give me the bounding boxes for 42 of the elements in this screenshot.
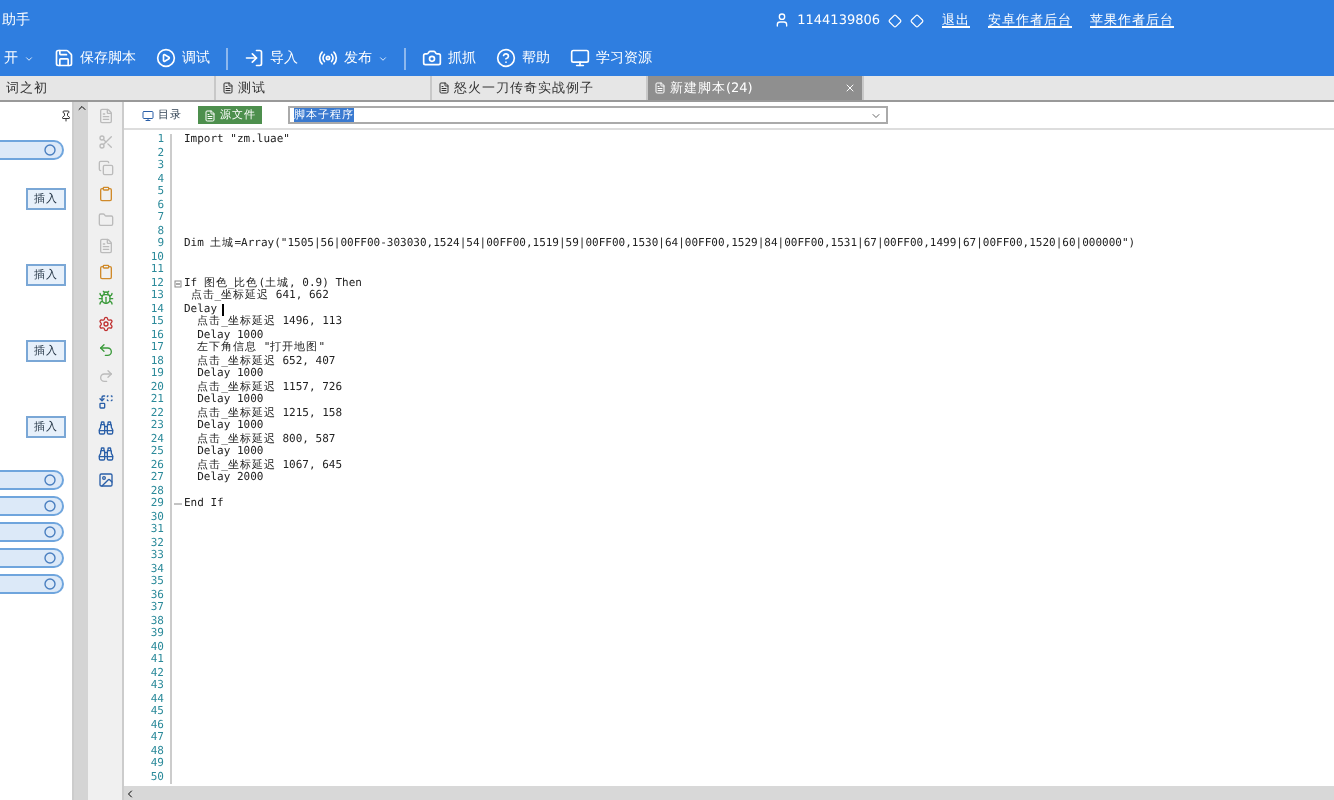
monitor-icon [142, 109, 154, 121]
tool-icon[interactable] [97, 290, 113, 306]
fold-icon[interactable] [174, 279, 182, 288]
tool-icon[interactable] [97, 316, 113, 332]
scroll-up-icon[interactable] [75, 102, 87, 114]
collapse-bar[interactable] [0, 548, 64, 568]
collapse-bar[interactable] [0, 496, 64, 516]
caret-icon [870, 109, 882, 121]
tool-icon[interactable] [97, 264, 113, 280]
circle-icon [44, 474, 56, 486]
import-icon [244, 48, 264, 68]
collapse-bar[interactable] [0, 522, 64, 542]
circle-icon [44, 500, 56, 512]
tool-icon[interactable] [97, 446, 113, 462]
caret-icon [24, 53, 34, 63]
collapse-bar[interactable] [0, 470, 64, 490]
caret-icon [378, 53, 388, 63]
circle-icon [44, 552, 56, 564]
collapse-bar[interactable] [0, 574, 64, 594]
collapse-bar[interactable] [0, 140, 64, 160]
help-icon [496, 48, 516, 68]
broadcast-icon [318, 48, 338, 68]
circle-icon [44, 578, 56, 590]
tool-icon[interactable] [97, 394, 113, 410]
save-icon [54, 48, 74, 68]
tool-icon[interactable] [97, 420, 113, 436]
monitor-icon [570, 48, 590, 68]
scroll-left-icon[interactable] [124, 787, 136, 799]
pin-icon[interactable] [60, 109, 72, 121]
user-icon [773, 12, 790, 28]
circle-icon [44, 526, 56, 538]
close-icon[interactable] [844, 82, 856, 94]
document-icon [204, 109, 216, 121]
play-icon [156, 48, 176, 68]
circle-icon [44, 144, 56, 156]
document-icon [438, 82, 450, 94]
camera-icon [422, 48, 442, 68]
document-icon [222, 82, 234, 94]
tool-icon[interactable] [97, 472, 113, 488]
document-icon [654, 82, 666, 94]
tool-icon[interactable] [97, 342, 113, 358]
tool-icon[interactable] [97, 186, 113, 202]
